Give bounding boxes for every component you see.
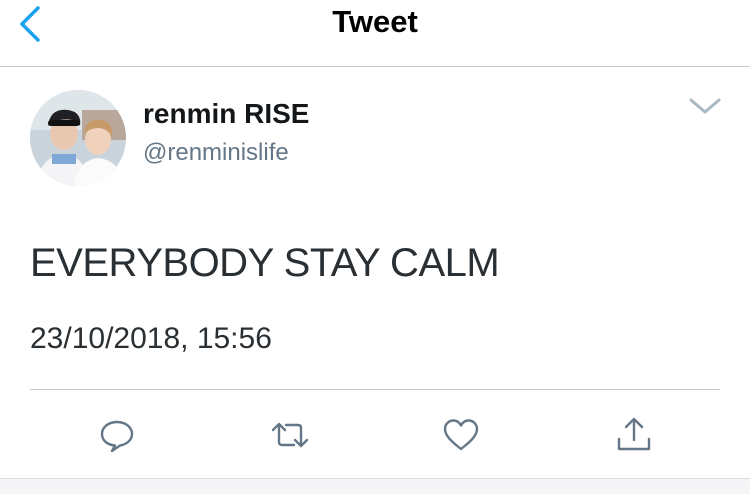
like-button[interactable] <box>441 415 481 455</box>
profile-photo <box>30 90 126 186</box>
reply-button[interactable] <box>97 415 137 455</box>
more-options-button[interactable] <box>686 94 724 118</box>
retweet-button[interactable] <box>270 415 310 455</box>
next-section-edge <box>0 478 750 494</box>
like-icon <box>443 419 479 451</box>
tweet-detail: renmin RISE @renminislife EVERYBODY STAY… <box>0 67 750 493</box>
reply-icon <box>100 420 134 453</box>
tweet-text: EVERYBODY STAY CALM <box>30 241 500 285</box>
avatar[interactable] <box>30 90 126 186</box>
page-title: Tweet <box>332 4 418 39</box>
retweet-icon <box>271 422 309 448</box>
navigation-bar: Tweet <box>0 0 750 67</box>
action-bar <box>0 397 750 467</box>
divider <box>30 389 720 390</box>
share-button[interactable] <box>614 415 654 455</box>
share-icon <box>617 417 651 451</box>
chevron-down-icon <box>689 98 721 114</box>
user-handle[interactable]: @renminislife <box>143 138 289 168</box>
display-name[interactable]: renmin RISE <box>143 97 309 131</box>
tweet-timestamp: 23/10/2018, 15:56 <box>30 322 272 355</box>
